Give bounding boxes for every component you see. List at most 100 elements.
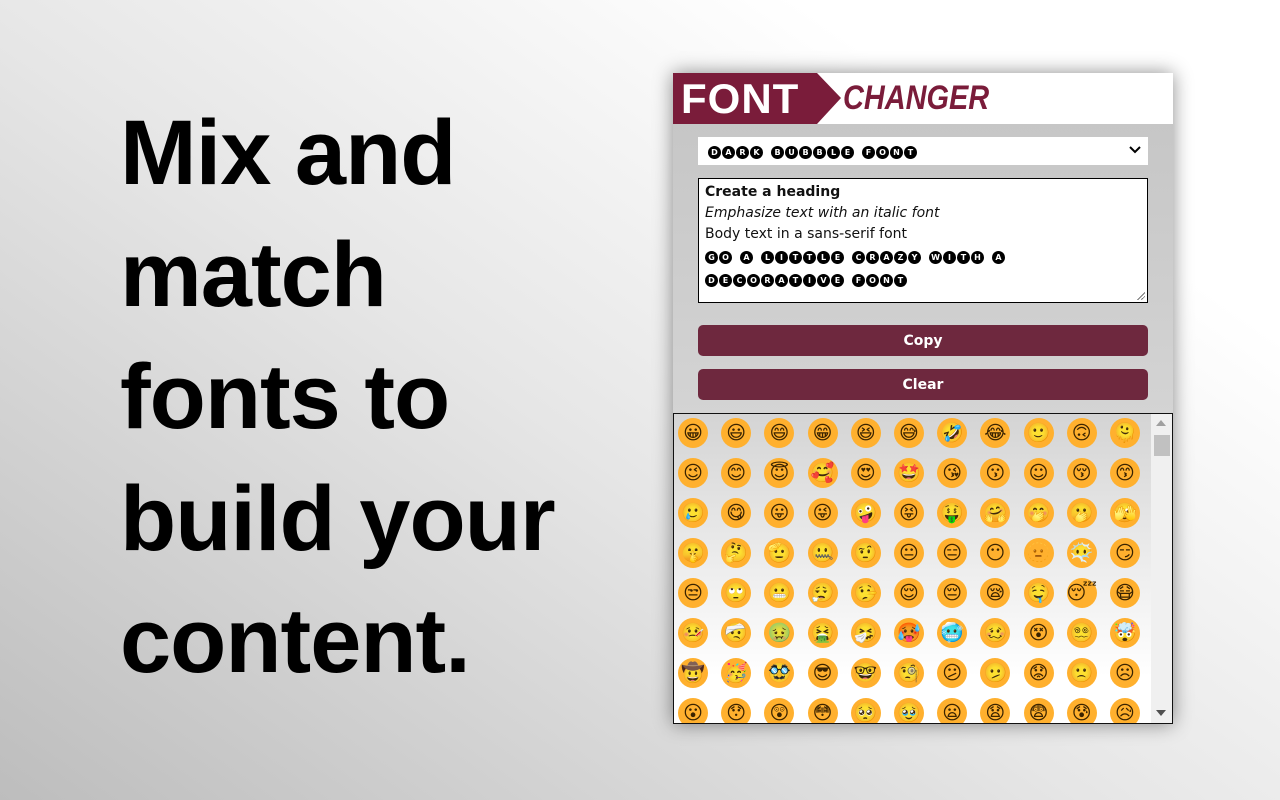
- emoji-button[interactable]: 😟: [1023, 658, 1054, 688]
- emoji-button[interactable]: 🫣: [1109, 498, 1140, 528]
- emoji-button[interactable]: 🙄: [721, 578, 752, 608]
- emoji-button[interactable]: 🤕: [721, 618, 752, 648]
- emoji-button[interactable]: 😙: [1109, 458, 1140, 488]
- emoji-button[interactable]: 🫡: [764, 538, 795, 568]
- emoji-button[interactable]: 😆: [850, 418, 881, 448]
- emoji-button[interactable]: 🥴: [980, 618, 1011, 648]
- bubble-letter: T: [904, 145, 917, 159]
- emoji-button[interactable]: 🤨: [850, 538, 881, 568]
- emoji-button[interactable]: 🫥: [1023, 538, 1054, 568]
- emoji-button[interactable]: ☺: [1023, 458, 1054, 488]
- emoji-button[interactable]: 🥹: [893, 698, 924, 723]
- scrollbar[interactable]: [1151, 414, 1172, 723]
- emoji-button[interactable]: 😶: [980, 538, 1011, 568]
- emoji-button[interactable]: 😯: [721, 698, 752, 723]
- emoji-button[interactable]: 😐: [893, 538, 924, 568]
- emoji-button[interactable]: 🤯: [1109, 618, 1140, 648]
- emoji-button[interactable]: 😘: [937, 458, 968, 488]
- emoji-button[interactable]: 🤥: [850, 578, 881, 608]
- emoji-button[interactable]: 😎: [807, 658, 838, 688]
- emoji-button[interactable]: 🥶: [937, 618, 968, 648]
- emoji-button[interactable]: 🤢: [764, 618, 795, 648]
- emoji-button[interactable]: 😪: [980, 578, 1011, 608]
- emoji-button[interactable]: 😑: [937, 538, 968, 568]
- emoji-button[interactable]: 😨: [1023, 698, 1054, 723]
- emoji-button[interactable]: 🥲: [678, 498, 708, 528]
- emoji-button[interactable]: 🤣: [937, 418, 968, 448]
- emoji-button[interactable]: 😔: [937, 578, 968, 608]
- emoji-button[interactable]: 😍: [850, 458, 881, 488]
- emoji-button[interactable]: ☹: [1109, 658, 1140, 688]
- emoji-button[interactable]: 🥳: [721, 658, 752, 688]
- clear-button[interactable]: Clear: [698, 369, 1148, 400]
- emoji-button[interactable]: 🫤: [980, 658, 1011, 688]
- emoji-button[interactable]: 🥺: [850, 698, 881, 723]
- scrollbar-thumb[interactable]: [1154, 435, 1170, 456]
- emoji-button[interactable]: 😷: [1109, 578, 1140, 608]
- emoji-button[interactable]: 😮‍💨: [807, 578, 838, 608]
- emoji-button[interactable]: 😏: [1109, 538, 1140, 568]
- emoji-button[interactable]: 😚: [1066, 458, 1097, 488]
- emoji-button[interactable]: 🙃: [1066, 418, 1097, 448]
- emoji-button[interactable]: 🤓: [850, 658, 881, 688]
- emoji-button[interactable]: 🤑: [937, 498, 968, 528]
- emoji-button[interactable]: 🤭: [1023, 498, 1054, 528]
- emoji-button[interactable]: 😜: [807, 498, 838, 528]
- emoji-button[interactable]: 😛: [764, 498, 795, 528]
- emoji-button[interactable]: 😴: [1066, 578, 1097, 608]
- emoji-button[interactable]: 😁: [807, 418, 838, 448]
- emoji-button[interactable]: 😥: [1109, 698, 1140, 723]
- emoji-button[interactable]: 😬: [764, 578, 795, 608]
- emoji-button[interactable]: 😇: [764, 458, 795, 488]
- emoji-button[interactable]: 🥵: [893, 618, 924, 648]
- emoji-button[interactable]: 🫢: [1066, 498, 1097, 528]
- font-select[interactable]: DARKBUBBLEFONT: [698, 137, 1148, 165]
- emoji-grid: 😀 😃 😄 😁 😆 😅 🤣 😂 🙂 🙃 🫠 😉 😊 😇 🥰 😍 🤩 😘 😗 ☺ 😚 😙 🥲 😋 😛 😜 🤪 😝 🤑 🤗 🤭 🫢 🫣 🤫 🤔 🫡 🤐 🤨 😐 😑…: [678, 418, 1152, 723]
- emoji-button[interactable]: 😵‍💫: [1066, 618, 1097, 648]
- copy-button[interactable]: Copy: [698, 325, 1148, 356]
- emoji-button[interactable]: 😉: [678, 458, 708, 488]
- emoji-button[interactable]: 😄: [764, 418, 795, 448]
- emoji-button[interactable]: 😲: [764, 698, 795, 723]
- emoji-button[interactable]: 🤔: [721, 538, 752, 568]
- emoji-button[interactable]: 🙁: [1066, 658, 1097, 688]
- emoji-button[interactable]: 🤤: [1023, 578, 1054, 608]
- emoji-button[interactable]: 😳: [807, 698, 838, 723]
- emoji-button[interactable]: 😮: [678, 698, 708, 723]
- emoji-button[interactable]: 🤒: [678, 618, 708, 648]
- emoji-button[interactable]: 🤩: [893, 458, 924, 488]
- emoji-button[interactable]: 😦: [937, 698, 968, 723]
- emoji-button[interactable]: 🤐: [807, 538, 838, 568]
- emoji-button[interactable]: 😗: [980, 458, 1011, 488]
- emoji-button[interactable]: 😰: [1066, 698, 1097, 723]
- emoji-button[interactable]: 🤪: [850, 498, 881, 528]
- emoji-button[interactable]: 😶‍🌫️: [1066, 538, 1097, 568]
- resize-handle[interactable]: [1136, 291, 1145, 300]
- emoji-button[interactable]: 😵: [1023, 618, 1054, 648]
- emoji-button[interactable]: 😕: [937, 658, 968, 688]
- emoji-button[interactable]: 🤮: [807, 618, 838, 648]
- emoji-button[interactable]: 🤧: [850, 618, 881, 648]
- emoji-button[interactable]: 😒: [678, 578, 708, 608]
- emoji-button[interactable]: 😀: [678, 418, 708, 448]
- emoji-button[interactable]: 🙂: [1023, 418, 1054, 448]
- emoji-button[interactable]: 🤠: [678, 658, 708, 688]
- emoji-button[interactable]: 🧐: [893, 658, 924, 688]
- text-editor[interactable]: Create a heading Emphasize text with an …: [698, 178, 1148, 303]
- scroll-down-arrow-icon[interactable]: [1156, 710, 1166, 716]
- emoji-button[interactable]: 😋: [721, 498, 752, 528]
- emoji-button[interactable]: 😧: [980, 698, 1011, 723]
- emoji-button[interactable]: 😝: [893, 498, 924, 528]
- emoji-button[interactable]: 🤗: [980, 498, 1011, 528]
- bubble-letter: B: [771, 145, 784, 159]
- emoji-button[interactable]: 😌: [893, 578, 924, 608]
- emoji-button[interactable]: 🤫: [678, 538, 708, 568]
- scroll-up-arrow-icon[interactable]: [1156, 420, 1166, 426]
- emoji-button[interactable]: 😅: [893, 418, 924, 448]
- emoji-button[interactable]: 🥰: [807, 458, 838, 488]
- emoji-button[interactable]: 🫠: [1109, 418, 1140, 448]
- emoji-button[interactable]: 🥸: [764, 658, 795, 688]
- emoji-button[interactable]: 😂: [980, 418, 1011, 448]
- emoji-button[interactable]: 😊: [721, 458, 752, 488]
- emoji-button[interactable]: 😃: [721, 418, 752, 448]
